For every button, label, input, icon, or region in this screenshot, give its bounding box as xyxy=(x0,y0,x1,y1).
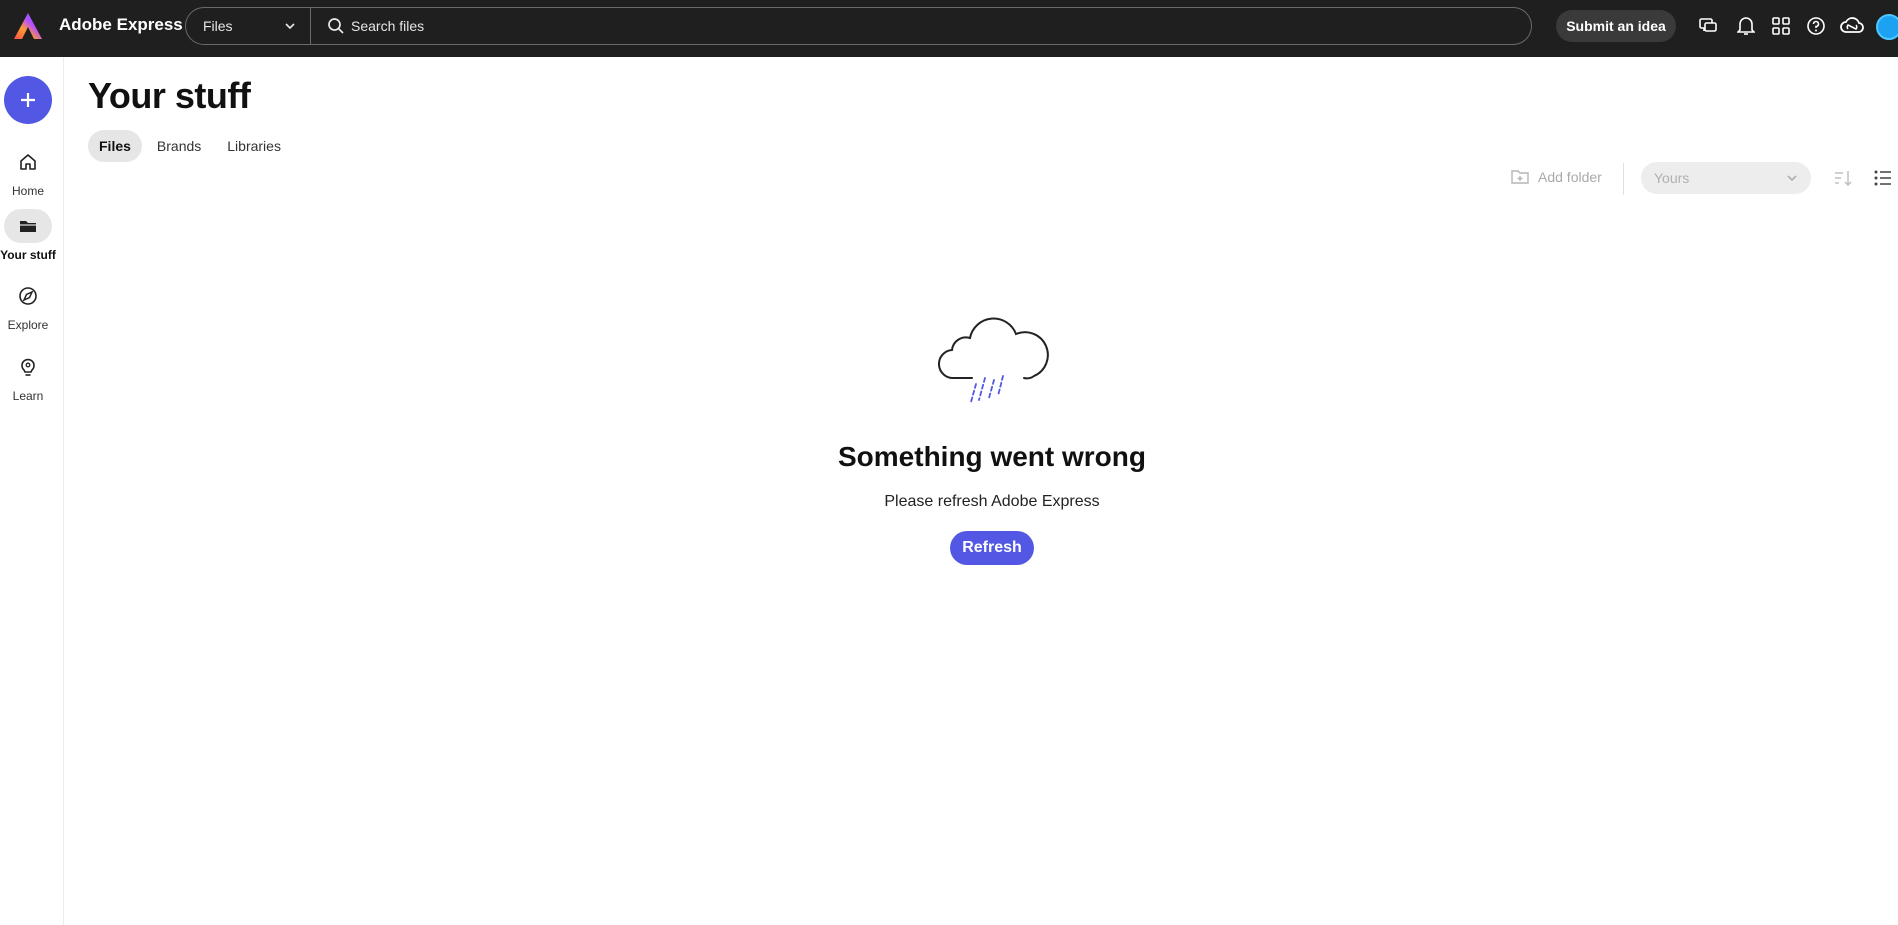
owner-filter-select[interactable]: Yours xyxy=(1641,162,1811,194)
rail-item-label: Home xyxy=(11,184,44,198)
tab-bar: Files Brands Libraries xyxy=(88,130,292,162)
refresh-button[interactable]: Refresh xyxy=(950,531,1034,565)
rail-item-learn[interactable]: Learn xyxy=(0,350,56,403)
error-message: Please refresh Adobe Express xyxy=(884,493,1100,510)
sort-icon[interactable] xyxy=(1833,168,1853,188)
folder-icon xyxy=(20,221,36,232)
apps-grid-icon[interactable] xyxy=(1769,14,1793,38)
tab-brands[interactable]: Brands xyxy=(146,130,212,162)
owner-filter-value: Yours xyxy=(1654,170,1690,186)
explore-compass-icon xyxy=(19,287,37,305)
add-folder-button[interactable]: Add folder xyxy=(1510,168,1602,186)
cloud-rain-illustration-icon xyxy=(937,317,1049,403)
list-view-icon[interactable] xyxy=(1873,168,1893,188)
submit-idea-button[interactable]: Submit an idea xyxy=(1556,10,1676,42)
help-icon[interactable] xyxy=(1804,14,1828,38)
creative-cloud-icon[interactable] xyxy=(1840,14,1864,38)
feedback-icon[interactable] xyxy=(1696,14,1720,38)
tab-libraries[interactable]: Libraries xyxy=(216,130,292,162)
left-rail: Home Your stuff Explore Learn xyxy=(0,57,64,925)
app-title[interactable]: Adobe Express xyxy=(59,15,183,35)
top-bar: Adobe Express Files Submit an idea xyxy=(0,0,1898,57)
add-folder-label: Add folder xyxy=(1538,169,1602,185)
rail-item-explore[interactable]: Explore xyxy=(0,279,56,332)
lightbulb-icon xyxy=(21,358,35,376)
avatar[interactable] xyxy=(1876,14,1898,40)
plus-icon xyxy=(21,93,35,107)
toolbar-divider xyxy=(1623,163,1624,195)
chevron-down-icon xyxy=(1787,175,1797,182)
search-input[interactable] xyxy=(351,8,1451,44)
rail-item-label: Your stuff xyxy=(0,248,56,262)
notifications-bell-icon[interactable] xyxy=(1734,14,1758,38)
search-bar: Files xyxy=(185,7,1532,45)
rail-item-label: Learn xyxy=(12,389,44,403)
adobe-express-logo-icon[interactable] xyxy=(13,12,43,40)
rail-item-label: Explore xyxy=(7,318,49,332)
error-state: Something went wrong Please refresh Adob… xyxy=(792,300,1192,565)
search-scope-value: Files xyxy=(203,18,233,34)
home-icon xyxy=(20,154,36,170)
tab-files[interactable]: Files xyxy=(88,130,142,162)
search-icon xyxy=(328,18,344,34)
rail-item-home[interactable]: Home xyxy=(0,145,56,198)
page-title: Your stuff xyxy=(88,75,251,116)
rail-item-your-stuff[interactable]: Your stuff xyxy=(0,209,56,262)
create-new-button[interactable] xyxy=(4,76,52,124)
add-folder-icon xyxy=(1511,170,1529,184)
error-title: Something went wrong xyxy=(838,441,1146,472)
chevron-down-icon xyxy=(285,23,295,30)
search-scope-select[interactable]: Files xyxy=(186,8,311,44)
